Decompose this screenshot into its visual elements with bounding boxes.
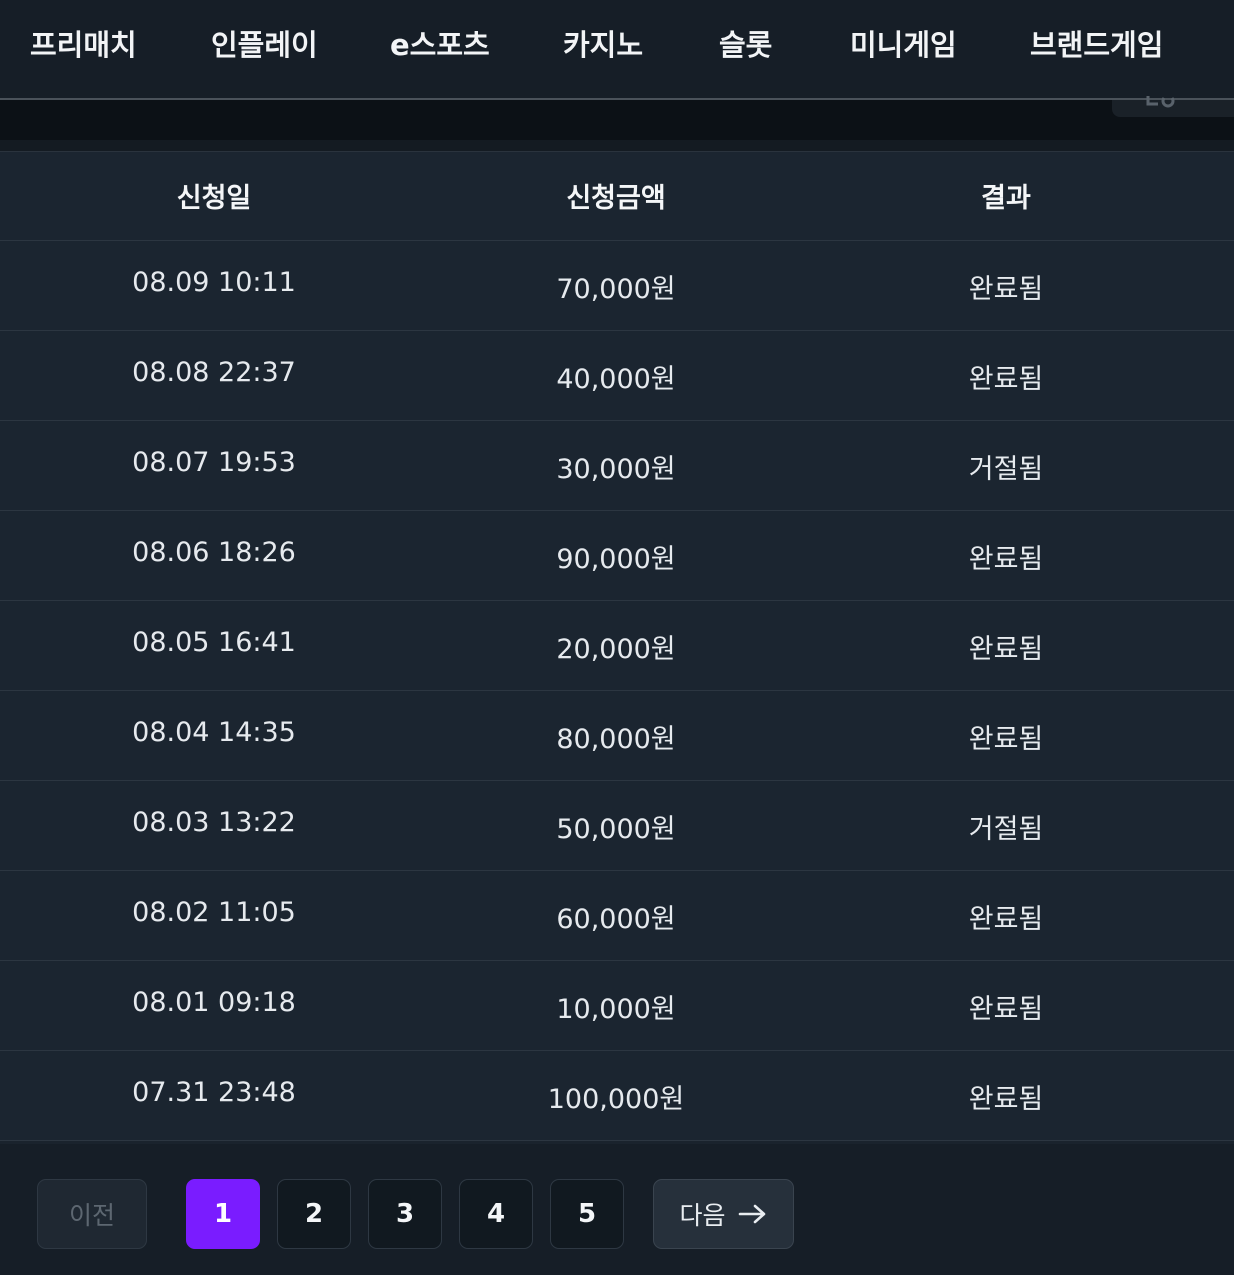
top-navigation: 프리매치 인플레이 e스포츠 카지노 슬롯 미니게임 브랜드게임 — [0, 0, 1234, 100]
cell-date: 08.05 16:41 — [132, 627, 296, 658]
header-amount: 신청금액 — [566, 183, 666, 214]
cell-result: 완료됨 — [968, 544, 1044, 575]
table-header: 신청일 신청금액 결과 — [0, 152, 1234, 241]
cell-amount: 60,000원 — [556, 904, 676, 935]
arrow-right-icon — [738, 1203, 768, 1225]
cell-result: 완료됨 — [968, 1084, 1044, 1115]
cell-date: 08.07 19:53 — [132, 447, 296, 478]
nav-item-minigame[interactable]: 미니게임 — [850, 22, 957, 64]
pagination: 이전 1 2 3 4 5 다음 — [0, 1144, 1234, 1275]
cell-result: 완료됨 — [968, 634, 1044, 665]
table-row: 08.02 11:05 60,000원 완료됨 — [0, 871, 1234, 961]
cell-result: 거절됨 — [968, 454, 1044, 485]
cell-amount: 70,000원 — [556, 274, 676, 305]
table-row: 08.05 16:41 20,000원 완료됨 — [0, 601, 1234, 691]
header-date: 신청일 — [176, 183, 252, 214]
partial-icon — [1146, 94, 1176, 110]
next-page-label: 다음 — [679, 1201, 726, 1230]
cell-date: 08.08 22:37 — [132, 357, 296, 388]
nav-item-brandgame[interactable]: 브랜드게임 — [1030, 22, 1163, 64]
nav-item-slot[interactable]: 슬롯 — [719, 22, 772, 64]
nav-item-esports[interactable]: e스포츠 — [390, 22, 490, 64]
cell-amount: 20,000원 — [556, 634, 676, 665]
cell-amount: 80,000원 — [556, 724, 676, 755]
cell-result: 완료됨 — [968, 274, 1044, 305]
history-table: 신청일 신청금액 결과 08.09 10:11 70,000원 완료됨 08.0… — [0, 152, 1234, 1141]
table-row: 08.04 14:35 80,000원 완료됨 — [0, 691, 1234, 781]
cell-amount: 50,000원 — [556, 814, 676, 845]
cell-result: 완료됨 — [968, 724, 1044, 755]
nav-item-prematch[interactable]: 프리매치 — [30, 22, 137, 64]
cell-amount: 10,000원 — [556, 994, 676, 1025]
prev-page-button[interactable]: 이전 — [37, 1179, 147, 1249]
next-page-button[interactable]: 다음 — [653, 1179, 794, 1249]
table-row: 07.31 23:48 100,000원 완료됨 — [0, 1051, 1234, 1141]
page-button-1[interactable]: 1 — [186, 1179, 260, 1249]
cell-date: 07.31 23:48 — [132, 1077, 296, 1108]
page-button-4[interactable]: 4 — [459, 1179, 533, 1249]
page-button-2[interactable]: 2 — [277, 1179, 351, 1249]
cell-amount: 30,000원 — [556, 454, 676, 485]
table-row: 08.09 10:11 70,000원 완료됨 — [0, 241, 1234, 331]
cell-date: 08.03 13:22 — [132, 807, 296, 838]
cell-amount: 40,000원 — [556, 364, 676, 395]
cell-date: 08.06 18:26 — [132, 537, 296, 568]
cell-date: 08.01 09:18 — [132, 987, 296, 1018]
divider — [0, 140, 1234, 152]
cell-date: 08.02 11:05 — [132, 897, 296, 928]
cell-result: 완료됨 — [968, 904, 1044, 935]
cell-amount: 100,000원 — [547, 1084, 685, 1115]
partial-widget — [1112, 96, 1234, 117]
header-band — [0, 100, 1234, 140]
table-row: 08.06 18:26 90,000원 완료됨 — [0, 511, 1234, 601]
table-row: 08.07 19:53 30,000원 거절됨 — [0, 421, 1234, 511]
header-result: 결과 — [981, 183, 1031, 214]
cell-result: 거절됨 — [968, 814, 1044, 845]
cell-date: 08.04 14:35 — [132, 717, 296, 748]
page-button-5[interactable]: 5 — [550, 1179, 624, 1249]
table-row: 08.03 13:22 50,000원 거절됨 — [0, 781, 1234, 871]
nav-item-casino[interactable]: 카지노 — [563, 22, 643, 64]
cell-result: 완료됨 — [968, 994, 1044, 1025]
page-button-3[interactable]: 3 — [368, 1179, 442, 1249]
cell-result: 완료됨 — [968, 364, 1044, 395]
table-row: 08.08 22:37 40,000원 완료됨 — [0, 331, 1234, 421]
nav-item-inplay[interactable]: 인플레이 — [211, 22, 318, 64]
table-row: 08.01 09:18 10,000원 완료됨 — [0, 961, 1234, 1051]
cell-amount: 90,000원 — [556, 544, 676, 575]
cell-date: 08.09 10:11 — [132, 267, 296, 298]
